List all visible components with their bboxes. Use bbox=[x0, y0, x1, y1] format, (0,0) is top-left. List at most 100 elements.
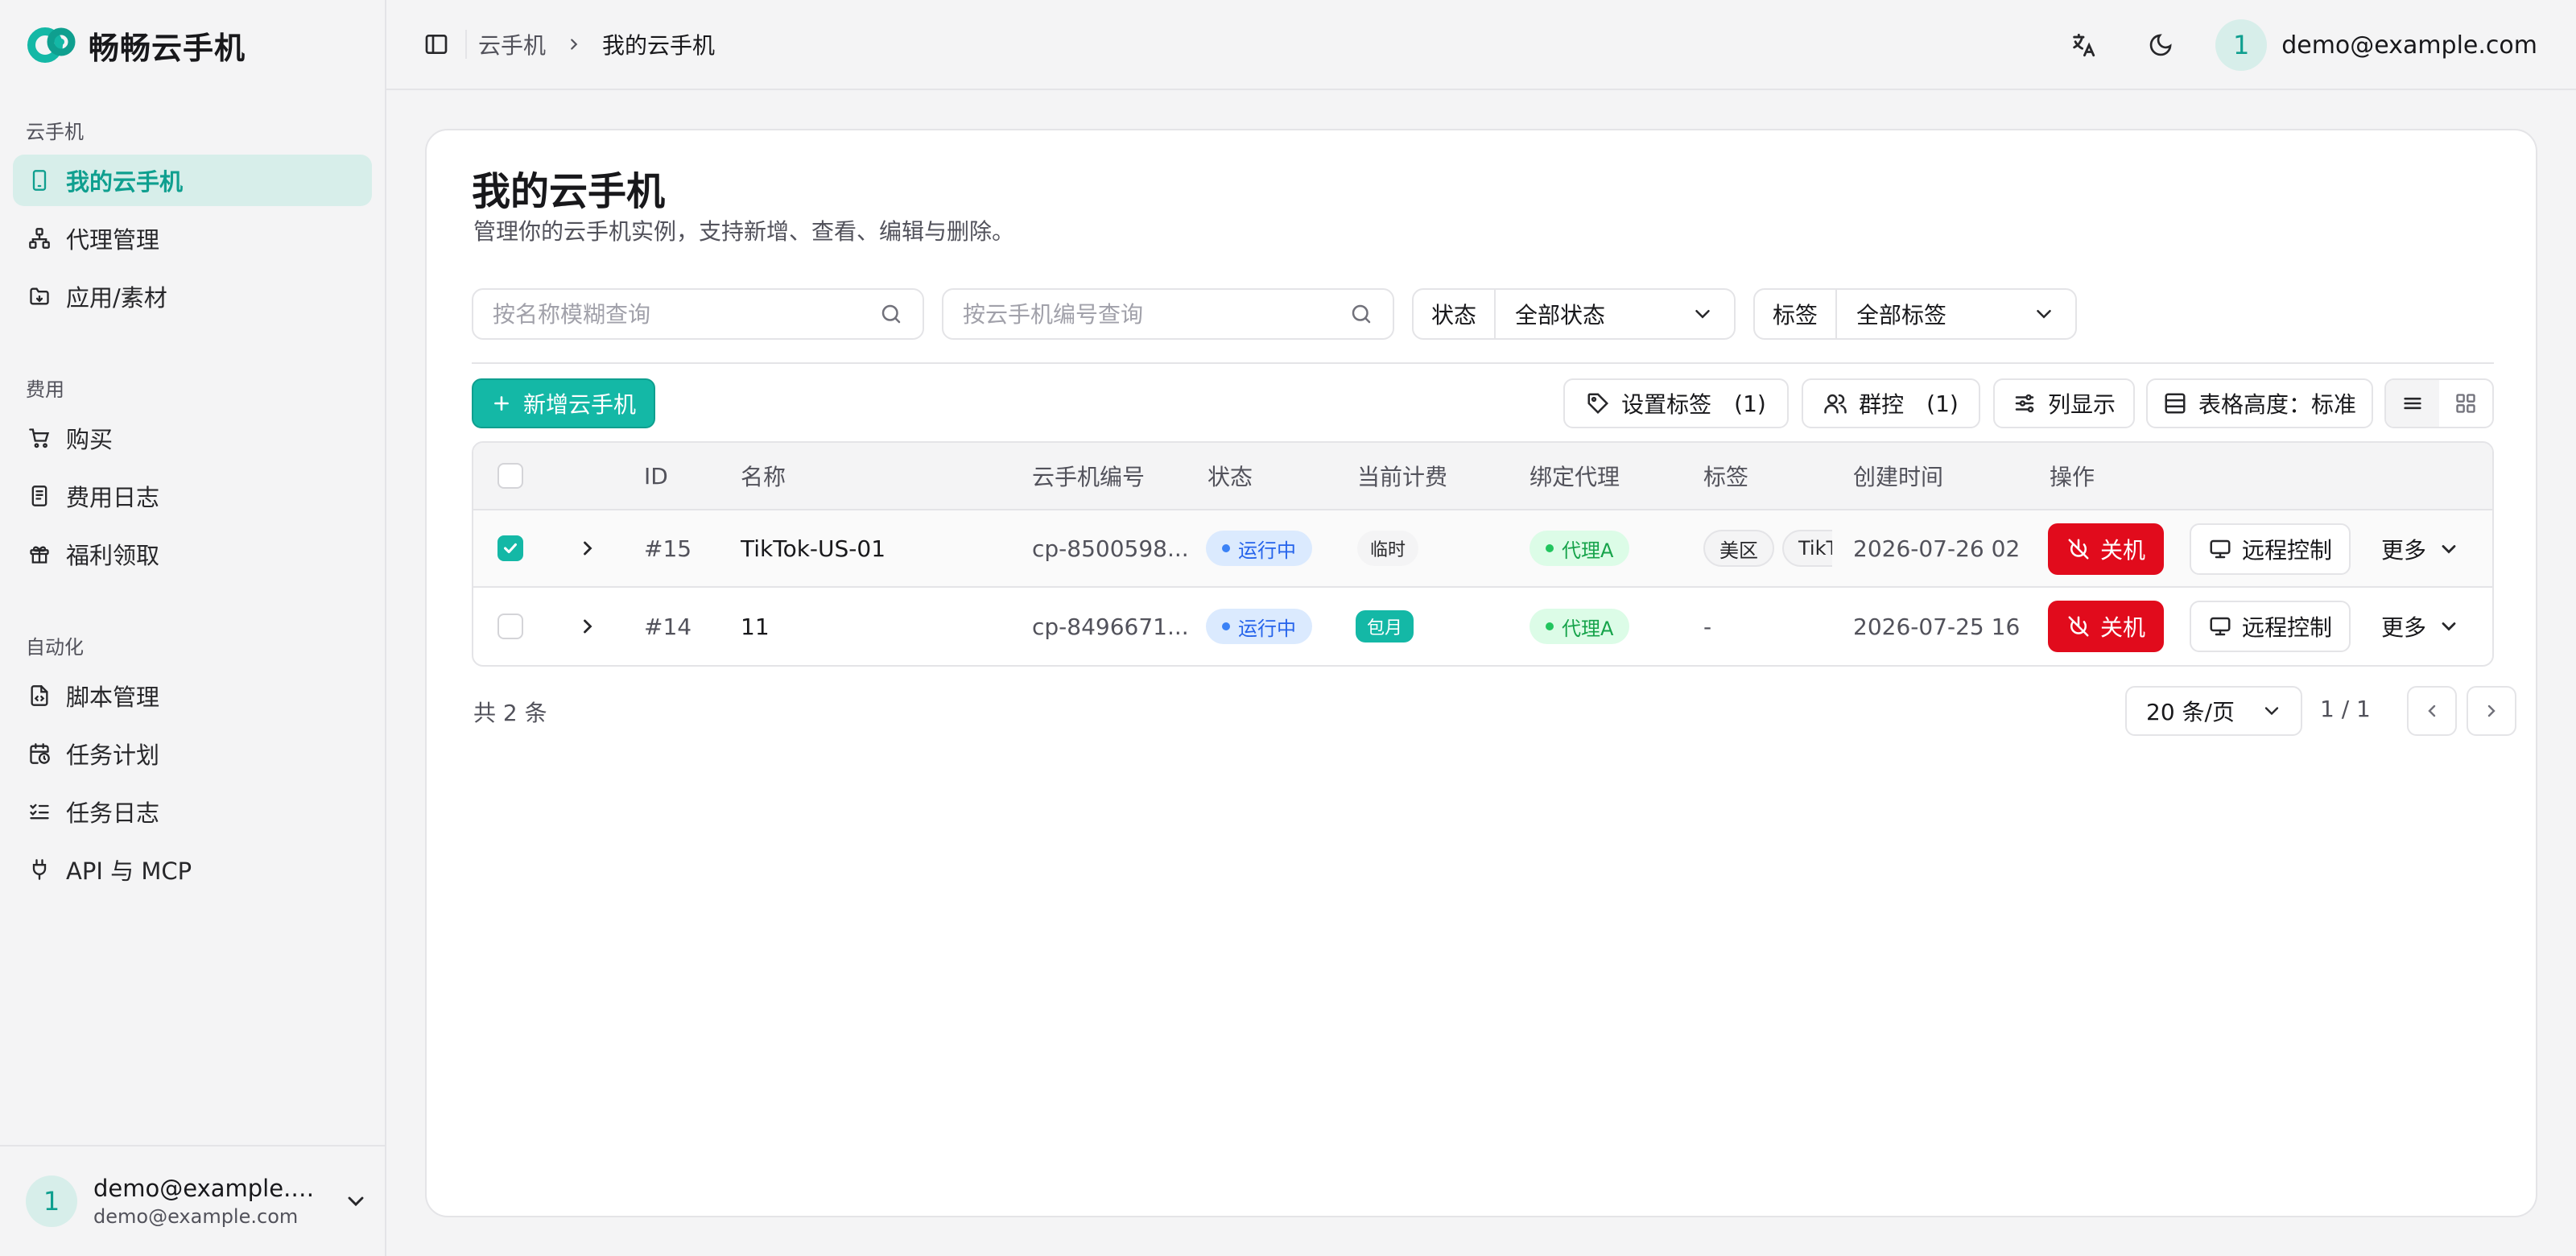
code-search-box bbox=[942, 288, 1394, 340]
columns-button[interactable]: 列显示 bbox=[1993, 378, 2135, 428]
sidebar-item-billing-log[interactable]: 费用日志 bbox=[13, 470, 372, 522]
remote-control-button[interactable]: 远程控制 bbox=[2190, 523, 2351, 575]
remote-control-button[interactable]: 远程控制 bbox=[2190, 601, 2351, 652]
sidebar-item-label: 任务计划 bbox=[66, 742, 160, 769]
sidebar-item-label: 购买 bbox=[66, 426, 114, 453]
sliders-icon bbox=[2013, 391, 2037, 415]
column-header-billing[interactable]: 当前计费 bbox=[1357, 443, 1447, 509]
billing-badge: 临时 bbox=[1357, 531, 1419, 566]
status-filter[interactable]: 状态 全部状态 bbox=[1412, 288, 1736, 340]
row-code: cp-8500598... bbox=[1032, 535, 1189, 562]
expand-row-button[interactable] bbox=[576, 510, 599, 586]
proxy-badge: 代理A bbox=[1530, 609, 1630, 644]
tag-icon bbox=[1586, 391, 1610, 415]
row-billing: 包月 bbox=[1356, 588, 1414, 665]
plug-icon bbox=[27, 857, 52, 882]
group-control-label: 群控 bbox=[1859, 391, 1905, 418]
row-code: cp-8496671... bbox=[1032, 613, 1189, 640]
table-row[interactable]: #15 TikTok-US-01 cp-8500598... 运行中 临时 代理… bbox=[473, 510, 2492, 588]
power-off-button[interactable]: 关机 bbox=[2048, 601, 2164, 652]
tag-filter-value: 全部标签 bbox=[1856, 302, 1947, 328]
add-phone-button[interactable]: 新增云手机 bbox=[472, 378, 655, 428]
avatar: 1 bbox=[2215, 19, 2268, 71]
user-email: demo@example.com bbox=[93, 1205, 299, 1228]
header-user-menu[interactable]: 1 demo@example.com bbox=[2215, 19, 2537, 71]
list-view-button[interactable] bbox=[2386, 380, 2439, 427]
page-size-select[interactable]: 20 条/页 bbox=[2125, 686, 2302, 736]
users-icon bbox=[1823, 391, 1847, 415]
name-search-input[interactable] bbox=[493, 300, 879, 328]
column-header-created[interactable]: 创建时间 bbox=[1853, 443, 1943, 509]
script-icon bbox=[27, 684, 52, 708]
sidebar-item-apps[interactable]: 应用/素材 bbox=[13, 271, 372, 322]
column-header-status[interactable]: 状态 bbox=[1208, 443, 1253, 509]
name-search-box bbox=[472, 288, 924, 340]
sidebar-item-schedule[interactable]: 任务计划 bbox=[13, 728, 372, 779]
next-page-button[interactable] bbox=[2467, 686, 2516, 736]
tag-chip: TikTok bbox=[1782, 530, 1832, 567]
sidebar-item-my-phones[interactable]: 我的云手机 bbox=[13, 155, 372, 206]
column-header-name[interactable]: 名称 bbox=[741, 443, 786, 509]
set-tag-button[interactable]: 设置标签 (1) bbox=[1563, 378, 1789, 428]
prev-page-button[interactable] bbox=[2407, 686, 2457, 736]
code-search-input[interactable] bbox=[963, 300, 1349, 328]
page-title: 我的云手机 bbox=[472, 169, 666, 214]
column-header-proxy[interactable]: 绑定代理 bbox=[1530, 443, 1620, 509]
sidebar-item-label: 脚本管理 bbox=[66, 684, 160, 711]
row-billing: 临时 bbox=[1357, 510, 1419, 586]
group-control-count: (1) bbox=[1926, 390, 1959, 417]
set-tag-count: (1) bbox=[1734, 390, 1766, 417]
sidebar-item-scripts[interactable]: 脚本管理 bbox=[13, 670, 372, 721]
row-select-cell bbox=[497, 588, 523, 665]
row-checkbox[interactable] bbox=[497, 614, 523, 639]
table-icon bbox=[2163, 391, 2187, 415]
status-badge-label: 运行中 bbox=[1238, 617, 1296, 640]
brand[interactable]: 畅畅云手机 bbox=[26, 18, 246, 72]
table-row[interactable]: #14 11 cp-8496671... 运行中 包月 代理A - 2026-0… bbox=[473, 588, 2492, 665]
sidebar-item-api[interactable]: API 与 MCP bbox=[13, 844, 372, 895]
grid-view-button[interactable] bbox=[2439, 380, 2492, 427]
chevron-left-icon bbox=[2422, 701, 2442, 721]
table-height-button[interactable]: 表格高度：标准 bbox=[2146, 378, 2373, 428]
tag-filter-label: 标签 bbox=[1755, 290, 1838, 338]
group-control-button[interactable]: 群控 (1) bbox=[1802, 378, 1980, 428]
column-header-tags[interactable]: 标签 bbox=[1703, 443, 1748, 509]
expand-row-button[interactable] bbox=[576, 588, 599, 665]
row-status: 运行中 bbox=[1206, 510, 1312, 586]
remote-control-label: 远程控制 bbox=[2241, 537, 2332, 564]
status-badge: 运行中 bbox=[1206, 531, 1312, 566]
theme-toggle-button[interactable] bbox=[2138, 23, 2183, 68]
more-actions-button[interactable]: 更多 bbox=[2381, 523, 2460, 575]
row-checkbox[interactable] bbox=[497, 535, 523, 561]
sidebar-item-label: 费用日志 bbox=[66, 484, 160, 511]
list-checks-icon bbox=[27, 799, 52, 824]
row-select-cell bbox=[497, 510, 523, 586]
monitor-icon bbox=[2208, 537, 2232, 561]
row-created: 2026-07-26 02:... bbox=[1853, 535, 2022, 562]
sidebar-item-proxy[interactable]: 代理管理 bbox=[13, 213, 372, 264]
sidebar-item-label: 任务日志 bbox=[66, 799, 160, 827]
row-name: TikTok-US-01 bbox=[741, 535, 886, 562]
view-toggle bbox=[2384, 378, 2494, 428]
sidebar-toggle-button[interactable] bbox=[414, 22, 459, 67]
cart-icon bbox=[27, 426, 52, 450]
column-header-code[interactable]: 云手机编号 bbox=[1032, 443, 1145, 509]
select-all-checkbox[interactable] bbox=[497, 463, 523, 489]
column-header-id[interactable]: ID bbox=[644, 443, 668, 509]
chevron-down-icon bbox=[2032, 302, 2056, 326]
breadcrumb-item[interactable]: 云手机 bbox=[478, 28, 546, 60]
power-off-icon bbox=[2066, 537, 2091, 561]
power-off-button[interactable]: 关机 bbox=[2048, 523, 2164, 575]
more-actions-button[interactable]: 更多 bbox=[2381, 601, 2460, 652]
proxy-badge-label: 代理A bbox=[1562, 617, 1614, 640]
power-off-icon bbox=[2066, 614, 2091, 638]
sidebar-item-buy[interactable]: 购买 bbox=[13, 412, 372, 464]
user-menu[interactable]: 1 demo@example.com demo@example.com bbox=[0, 1145, 385, 1256]
language-button[interactable] bbox=[2061, 23, 2106, 68]
main-card: 我的云手机 管理你的云手机实例，支持新增、查看、编辑与删除。 状态 全部状态 标… bbox=[425, 129, 2537, 1217]
sidebar-item-welfare[interactable]: 福利领取 bbox=[13, 528, 372, 580]
topbar: 云手机 我的云手机 1 demo@example.com bbox=[386, 0, 2576, 90]
sidebar-item-task-log[interactable]: 任务日志 bbox=[13, 786, 372, 837]
tag-filter[interactable]: 标签 全部标签 bbox=[1753, 288, 2077, 340]
row-proxy: 代理A bbox=[1530, 510, 1630, 586]
